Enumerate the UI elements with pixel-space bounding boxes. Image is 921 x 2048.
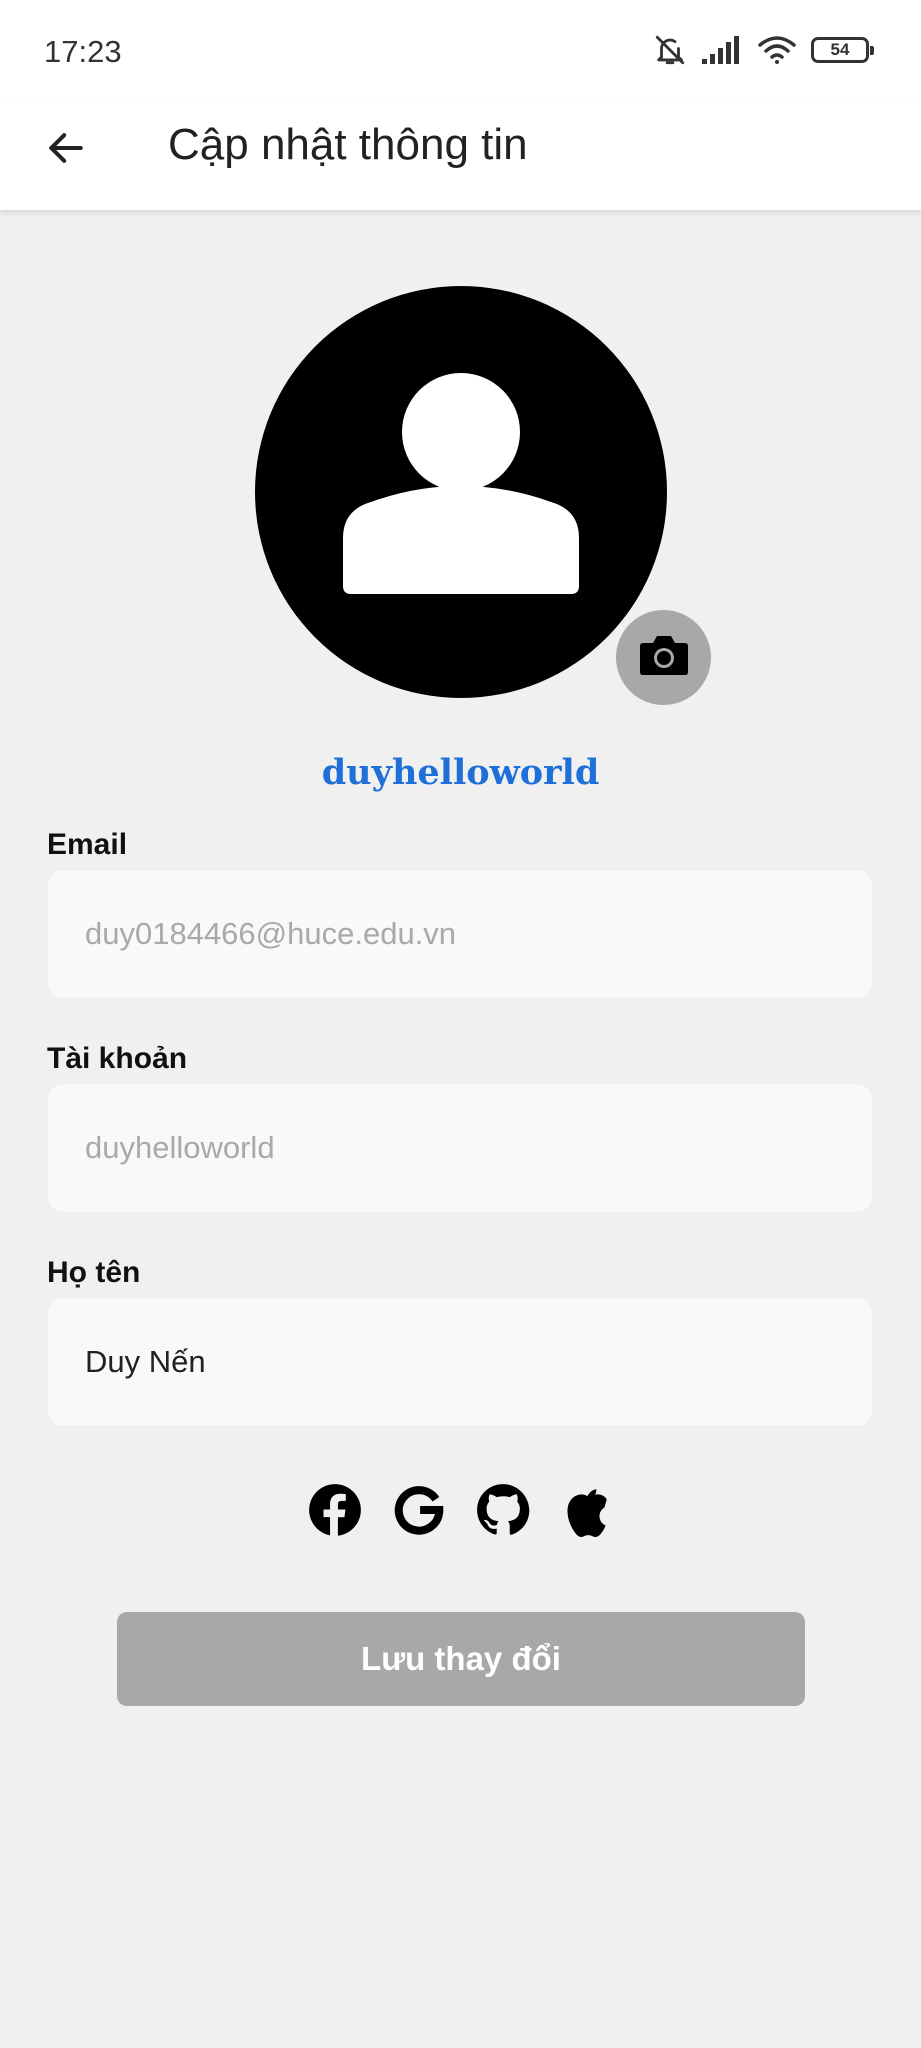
github-icon[interactable] (475, 1482, 531, 1538)
full-name-field-box (47, 1297, 873, 1427)
wifi-icon (757, 34, 797, 66)
social-links (307, 1480, 615, 1540)
email-field-box (47, 869, 873, 999)
app-bar: Cập nhật thông tin (0, 100, 921, 210)
email-field[interactable] (48, 870, 872, 998)
google-icon[interactable] (391, 1482, 447, 1538)
save-changes-button[interactable]: Lưu thay đổi (117, 1612, 805, 1706)
arrow-left-icon (44, 126, 88, 175)
person-placeholder-icon (255, 286, 667, 698)
signal-icon (701, 35, 743, 65)
battery-icon: 54 (811, 37, 874, 63)
account-field-box (47, 1083, 873, 1213)
battery-level: 54 (830, 40, 850, 59)
full-name-field[interactable] (48, 1298, 872, 1426)
page-title: Cập nhật thông tin (168, 120, 528, 169)
status-icons: 54 (653, 30, 874, 70)
full-name-label: Họ tên (47, 1256, 141, 1289)
account-label: Tài khoản (47, 1042, 188, 1075)
email-label: Email (47, 828, 128, 861)
profile-username: duyhelloworld (321, 752, 600, 793)
change-avatar-button[interactable] (616, 610, 711, 705)
account-field[interactable] (48, 1084, 872, 1212)
status-bar: 17:23 54 (0, 0, 921, 100)
camera-icon (638, 633, 690, 682)
apple-icon[interactable] (559, 1482, 615, 1538)
status-time: 17:23 (44, 34, 122, 69)
facebook-icon[interactable] (307, 1482, 363, 1538)
back-button[interactable] (38, 122, 94, 178)
avatar[interactable] (255, 286, 667, 698)
bell-off-icon (653, 33, 687, 67)
